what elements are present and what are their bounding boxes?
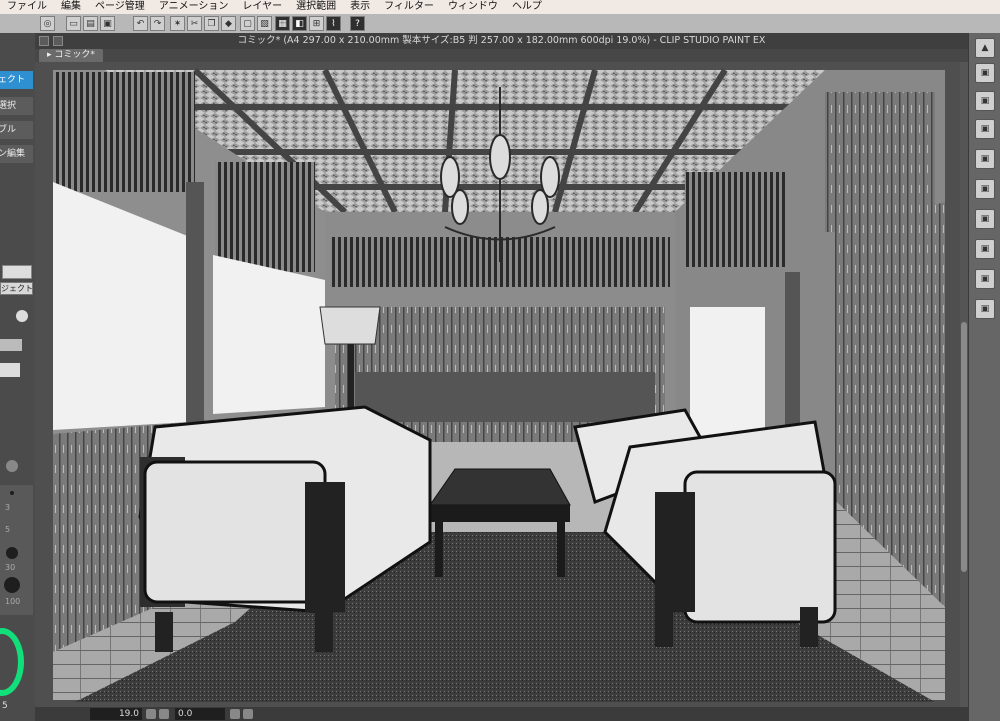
- help-icon[interactable]: ?: [350, 16, 365, 31]
- menu-animation[interactable]: アニメーション: [152, 0, 236, 14]
- menu-filter[interactable]: フィルター: [377, 0, 441, 14]
- angle-field[interactable]: 0.0: [175, 708, 225, 720]
- fill-icon[interactable]: ◆: [221, 16, 236, 31]
- vertical-scrollbar[interactable]: [960, 62, 968, 707]
- copy-icon[interactable]: ❐: [204, 16, 219, 31]
- menu-help[interactable]: ヘルプ: [505, 0, 549, 14]
- menu-layer[interactable]: レイヤー: [235, 0, 289, 14]
- tab-comic-label: コミック*: [54, 50, 95, 60]
- menu-view[interactable]: 表示: [343, 0, 377, 14]
- panel-icon-4[interactable]: ▣: [975, 149, 995, 169]
- transform-icon[interactable]: ▢: [240, 16, 255, 31]
- panel-icon-5[interactable]: ▣: [975, 179, 995, 199]
- brush-size-dot[interactable]: [10, 491, 14, 495]
- panel-icon-9[interactable]: ▣: [975, 299, 995, 319]
- tool-property-panel: ェクト 選択 ブル ン編集 ジェクト] 3 5 30 100 5: [0, 33, 35, 721]
- menu-edit[interactable]: 編集: [54, 0, 88, 14]
- brush-size-dot[interactable]: [4, 577, 20, 593]
- close-window-icon[interactable]: [39, 36, 49, 46]
- left-panel-bottom-label: 5: [2, 701, 8, 711]
- zoom-field[interactable]: 19.0: [90, 708, 142, 720]
- document-title-bar: コミック* (A4 297.00 x 210.00mm 製本サイズ:B5 判 2…: [35, 33, 968, 49]
- open-file-icon[interactable]: ▤: [83, 16, 98, 31]
- menu-selection[interactable]: 選択範囲: [289, 0, 343, 14]
- zoom-out-icon[interactable]: [159, 709, 169, 719]
- left-panel-field[interactable]: ジェクト]: [0, 282, 33, 295]
- tab-comic[interactable]: ▸ コミック*: [39, 49, 103, 62]
- brush-size-label[interactable]: 100: [5, 597, 20, 606]
- panel-icon-8[interactable]: ▣: [975, 269, 995, 289]
- clip-studio-icon[interactable]: ◎: [40, 16, 55, 31]
- brush-size-label[interactable]: 3: [5, 503, 10, 512]
- rotate-right-icon[interactable]: [243, 709, 253, 719]
- blend-mode-select[interactable]: [0, 339, 22, 351]
- document-title: コミック* (A4 297.00 x 210.00mm 製本サイズ:B5 判 2…: [237, 35, 766, 46]
- command-bar: ◎ ▭ ▤ ▣ ↶ ↷ ✶ ✂ ❐ ◆ ▢ ▧ ▦ ◧ ⊞ ⌇ ?: [0, 14, 1000, 34]
- status-bar: 19.0 0.0: [35, 707, 968, 721]
- left-panel-item-1[interactable]: ェクト: [0, 71, 33, 89]
- scale-icon[interactable]: ▧: [257, 16, 272, 31]
- snap-guide-icon[interactable]: ◧: [292, 16, 307, 31]
- canvas-area[interactable]: [35, 62, 968, 707]
- redo-icon[interactable]: ↷: [150, 16, 165, 31]
- panel-icon-1[interactable]: ▣: [975, 63, 995, 83]
- manga-interior-artwork: [53, 67, 945, 702]
- layer-icons[interactable]: [2, 265, 32, 279]
- rotate-left-icon[interactable]: [230, 709, 240, 719]
- left-panel-item-2[interactable]: 選択: [0, 97, 33, 115]
- color-wheel[interactable]: [0, 628, 24, 696]
- navigator-icon[interactable]: ▲: [975, 38, 995, 58]
- menu-file[interactable]: ファイル: [0, 0, 54, 14]
- material-panel-dock: ▲ ▣ ▣ ▣ ▣ ▣ ▣ ▣ ▣ ▣: [968, 33, 1000, 721]
- left-panel-item-4[interactable]: ン編集: [0, 145, 33, 163]
- panel-icon-3[interactable]: ▣: [975, 119, 995, 139]
- brush-size-label[interactable]: 5: [5, 525, 10, 534]
- menu-bar: ファイル 編集 ページ管理 アニメーション レイヤー 選択範囲 表示 フィルター…: [0, 0, 1000, 14]
- clear-icon[interactable]: ✶: [170, 16, 185, 31]
- cut-icon[interactable]: ✂: [187, 16, 202, 31]
- brush-size-label[interactable]: 30: [5, 563, 15, 572]
- layer-thumbnail[interactable]: [0, 363, 20, 377]
- scrollbar-thumb[interactable]: [961, 322, 967, 572]
- document-tab-bar: ▸ コミック*: [35, 49, 968, 62]
- brush-size-dot[interactable]: [6, 547, 18, 559]
- menu-window[interactable]: ウィンドウ: [441, 0, 505, 14]
- snap-grid-icon[interactable]: ⊞: [309, 16, 324, 31]
- settings-icon[interactable]: [6, 460, 18, 472]
- menu-page[interactable]: ページ管理: [88, 0, 152, 14]
- new-file-icon[interactable]: ▭: [66, 16, 81, 31]
- snap-special-icon[interactable]: ⌇: [326, 16, 341, 31]
- save-icon[interactable]: ▣: [100, 16, 115, 31]
- left-panel-item-3[interactable]: ブル: [0, 121, 33, 139]
- panel-icon-6[interactable]: ▣: [975, 209, 995, 229]
- panel-icon-2[interactable]: ▣: [975, 91, 995, 111]
- panel-icon-7[interactable]: ▣: [975, 239, 995, 259]
- snap-ruler-icon[interactable]: ▦: [275, 16, 290, 31]
- maximize-window-icon[interactable]: [53, 36, 63, 46]
- brush-size-panel: 3 5 30 100: [0, 485, 33, 615]
- undo-icon[interactable]: ↶: [133, 16, 148, 31]
- zoom-in-icon[interactable]: [146, 709, 156, 719]
- search-icon[interactable]: [16, 310, 28, 322]
